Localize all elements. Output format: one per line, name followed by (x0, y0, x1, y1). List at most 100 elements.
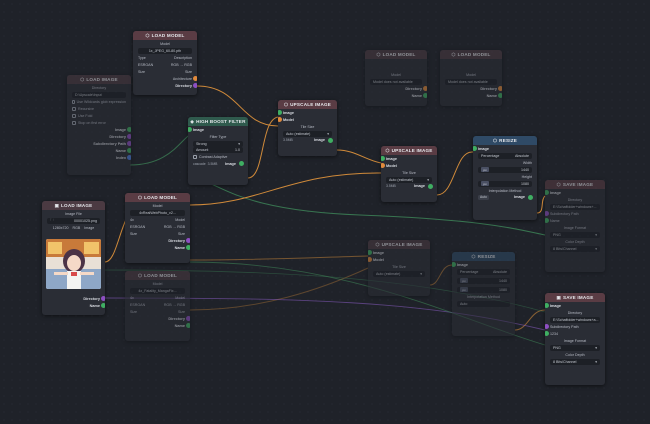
input-port[interactable] (278, 110, 282, 115)
input-port[interactable] (381, 156, 385, 161)
node-header[interactable]: ▣ LOAD IMAGE (42, 201, 105, 210)
format-select[interactable]: PNG ▾ (550, 344, 600, 351)
width-input[interactable]: px 1440 (478, 166, 532, 173)
high-boost-filter-node[interactable]: ◈ HIGH BOOST FILTER Image Filter Type Str… (188, 117, 248, 185)
width-input[interactable]: px 1440 (457, 277, 510, 284)
directory-input[interactable]: D:\Upscale\Input (72, 91, 126, 98)
load-model-node[interactable]: ⬡ LOAD MODEL Model 1x_JPEG_60-80.pth Type… (133, 31, 197, 95)
node-header[interactable]: ⬡ UPSCALE IMAGE (278, 100, 337, 109)
node-header[interactable]: ⬡ LOAD MODEL (125, 193, 190, 202)
input-port[interactable] (545, 324, 549, 329)
output-port[interactable] (428, 183, 433, 189)
input-port[interactable] (368, 257, 372, 262)
model-select[interactable]: Model does not available (445, 78, 497, 85)
output-port[interactable] (127, 141, 131, 146)
output-port[interactable] (498, 86, 502, 91)
percentage-select[interactable]: Percentage Absolute (478, 152, 532, 159)
node-editor-canvas[interactable]: ⬡ LOAD MODEL Model 1x_JPEG_60-80.pth Type… (0, 0, 650, 424)
node-header[interactable]: ▣ SAVE IMAGE (545, 293, 605, 302)
output-port[interactable] (127, 127, 131, 132)
resize-node[interactable]: ⬡ RESIZE Image Percentage Absolute Width p… (473, 136, 537, 220)
tile-size-select[interactable]: Auto (estimate) ▾ (283, 130, 332, 137)
input-port[interactable] (473, 146, 477, 151)
node-header[interactable]: ⬡ LOAD IMAGE (67, 75, 131, 84)
load-model-node[interactable]: ⬡ LOAD MODEL Model 4xRealWebPhoto_v2... 4… (125, 193, 190, 263)
output-port[interactable] (127, 134, 131, 139)
output-port[interactable] (186, 323, 190, 328)
model-select[interactable]: 4xRealWebPhoto_v2... (130, 209, 185, 216)
load-image-directory-node[interactable]: ⬡ LOAD IMAGE Directory D:\Upscale\Input U… (67, 75, 131, 175)
interpolation-select[interactable]: Auto (457, 300, 510, 307)
node-header[interactable]: ⬡ RESIZE (452, 252, 515, 261)
height-input[interactable]: px 1080 (478, 180, 532, 187)
input-port[interactable] (545, 331, 549, 336)
percentage-select[interactable]: Percentage Absolute (457, 268, 510, 275)
output-port[interactable] (127, 155, 131, 160)
save-image-node[interactable]: ▣ SAVE IMAGE Image Directory E:\Schaffold… (545, 293, 605, 385)
checkbox[interactable] (72, 106, 76, 111)
node-header[interactable]: ◈ HIGH BOOST FILTER (188, 117, 248, 126)
checkbox[interactable] (72, 113, 76, 118)
output-port[interactable] (528, 194, 533, 200)
input-port[interactable] (188, 127, 192, 132)
input-port[interactable] (545, 211, 549, 216)
node-header[interactable]: ⬡ UPSCALE IMAGE (381, 146, 437, 155)
output-port[interactable] (193, 76, 197, 81)
option-fold[interactable]: Use Fold (67, 112, 131, 119)
input-port[interactable] (545, 303, 549, 308)
option-wildcards[interactable]: Use Wildcards glob expression (67, 98, 131, 105)
input-port[interactable] (545, 218, 549, 223)
output-port[interactable] (127, 148, 131, 153)
checkbox[interactable] (72, 99, 75, 104)
depth-select[interactable]: 8 Bits/Channel ▾ (550, 245, 600, 252)
output-port[interactable] (328, 137, 333, 143)
node-header[interactable]: ⬡ LOAD MODEL (440, 50, 502, 59)
interpolation-select[interactable]: Auto (478, 194, 489, 200)
node-header[interactable]: ⬡ UPSCALE IMAGE (368, 240, 430, 249)
load-model-node-disabled[interactable]: ⬡ LOAD MODEL Model Model does not availab… (365, 50, 427, 106)
contrast-adaptive-toggle[interactable]: Contrast Adaptive (188, 154, 248, 161)
load-model-node-disabled[interactable]: ⬡ LOAD MODEL Model Model does not availab… (440, 50, 502, 106)
tile-size-select[interactable]: Auto (estimate) ▾ (373, 270, 425, 277)
directory-input[interactable]: E:\Schaffolder+windows+a... (550, 316, 600, 323)
node-header[interactable]: ⬡ LOAD MODEL (125, 271, 190, 280)
output-port[interactable] (498, 93, 502, 98)
save-image-node[interactable]: ⬡ SAVE IMAGE Image Directory E:\Schaffold… (545, 180, 605, 272)
upscale-image-node-disabled[interactable]: ⬡ UPSCALE IMAGE Image Model Tile Size Aut… (368, 240, 430, 296)
option-recursive[interactable]: Recursive (67, 105, 131, 112)
filter-type-select[interactable]: Strong ▾ (193, 140, 243, 147)
output-port[interactable] (186, 238, 190, 243)
output-port[interactable] (101, 303, 105, 308)
upscale-image-node[interactable]: ⬡ UPSCALE IMAGE Image Model Tile Size Aut… (278, 100, 337, 156)
output-port[interactable] (186, 316, 190, 321)
model-select[interactable]: 4x_Fatality_MangaFix... (130, 287, 185, 294)
output-port[interactable] (239, 161, 244, 166)
input-port[interactable] (381, 163, 385, 168)
model-select[interactable]: 1x_JPEG_60-80.pth (138, 47, 192, 54)
output-port[interactable] (186, 245, 190, 250)
format-select[interactable]: PNG ▾ (550, 231, 600, 238)
option-stop[interactable]: Stop on first error (67, 119, 131, 126)
upscale-image-node[interactable]: ⬡ UPSCALE IMAGE Image Model Tile Size Aut… (381, 146, 437, 202)
output-port[interactable] (101, 296, 105, 301)
amount-slider[interactable]: Amount 1.0 (193, 147, 243, 153)
resize-node-disabled[interactable]: ⬡ RESIZE Image Percentage Absolute px 1440 … (452, 252, 515, 336)
load-image-node[interactable]: ▣ LOAD IMAGE Image File 🗀 00001025.png 128… (42, 201, 105, 315)
input-port[interactable] (368, 250, 372, 255)
directory-input[interactable]: E:\Schaffolder+windows+... (550, 203, 600, 210)
input-port[interactable] (278, 117, 282, 122)
checkbox[interactable] (72, 120, 76, 125)
file-input[interactable]: 🗀 00001025.png (47, 217, 100, 224)
node-header[interactable]: ⬡ SAVE IMAGE (545, 180, 605, 189)
node-header[interactable]: ⬡ LOAD MODEL (133, 31, 197, 40)
tile-size-select[interactable]: Auto (estimate) ▾ (386, 176, 432, 183)
load-model-node-disabled[interactable]: ⬡ LOAD MODEL Model 4x_Fatality_MangaFix..… (125, 271, 190, 341)
node-header[interactable]: ⬡ LOAD MODEL (365, 50, 427, 59)
depth-select[interactable]: 8 Bits/Channel ▾ (550, 358, 600, 365)
node-header[interactable]: ⬡ RESIZE (473, 136, 537, 145)
checkbox[interactable] (193, 155, 197, 159)
input-port[interactable] (452, 262, 456, 267)
output-port[interactable] (423, 86, 427, 91)
input-port[interactable] (545, 190, 549, 195)
output-port[interactable] (193, 83, 197, 88)
